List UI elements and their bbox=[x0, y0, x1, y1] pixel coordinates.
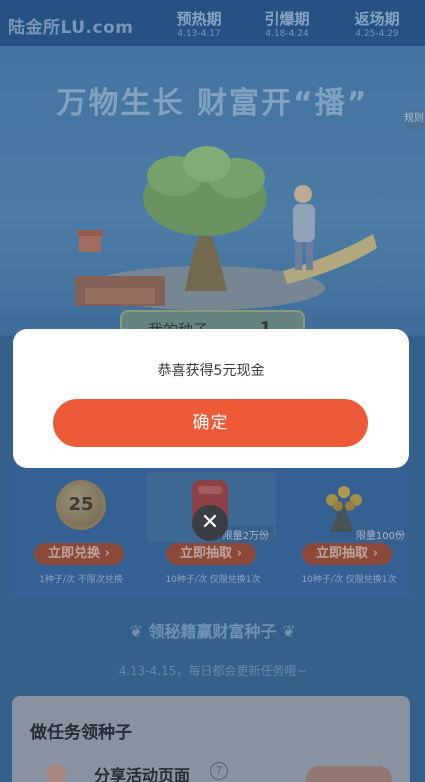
page: 陆金所LU.com 预热期 4.13-4.17 引爆期 4.18-4.24 返场… bbox=[0, 0, 425, 782]
confirm-button[interactable]: 确定 bbox=[53, 399, 368, 447]
reward-message: 恭喜获得5元现金 bbox=[157, 363, 265, 379]
close-icon[interactable]: ✕ bbox=[192, 505, 228, 541]
reward-dialog: 恭喜获得5元现金 确定 bbox=[13, 329, 409, 468]
